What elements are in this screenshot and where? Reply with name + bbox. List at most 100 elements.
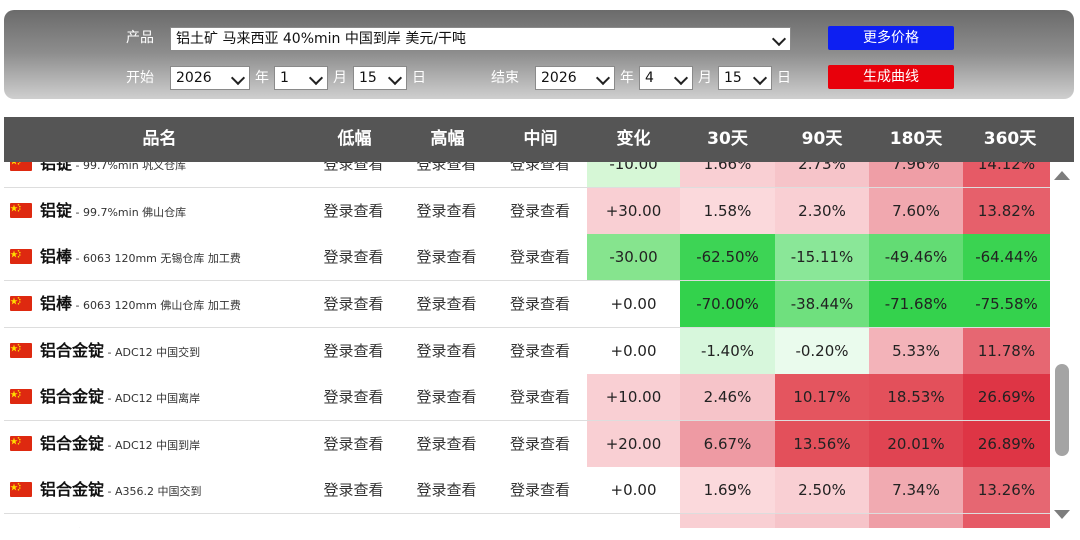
change-30d-cell: 6.67% xyxy=(680,421,775,467)
table-row[interactable]: 铝合金锭 - ADC12 中国交到 登录查看 登录查看 登录查看 +0.00 -1.40%… xyxy=(4,328,1050,375)
product-name[interactable]: 铝锭 xyxy=(40,162,72,173)
change-90d-cell: 13.56% xyxy=(775,421,869,467)
product-select-value: 铝土矿 马来西亚 40%min 中国到岸 美元/干吨 xyxy=(176,31,467,47)
change-cell: +0.00 xyxy=(587,467,680,513)
product-name[interactable]: 铝合金锭 xyxy=(40,480,104,499)
low-cell[interactable]: 登录查看 xyxy=(307,467,400,513)
mid-cell[interactable]: 登录查看 xyxy=(493,281,587,327)
product-name-cell[interactable]: 铝合金锭 xyxy=(40,514,104,528)
product-name-cell[interactable]: 铝棒 - 6063 120mm 佛山仓库 加工费 xyxy=(40,281,241,327)
low-cell[interactable] xyxy=(307,514,400,528)
day-unit-label: 日 xyxy=(777,70,791,86)
change-360d-cell: -75.58% xyxy=(963,281,1050,327)
change-30d-cell: 2.46% xyxy=(680,374,775,420)
product-spec: ADC12 中国到岸 xyxy=(114,439,201,452)
low-cell[interactable]: 登录查看 xyxy=(307,234,400,280)
high-cell[interactable]: 登录查看 xyxy=(400,281,493,327)
low-cell[interactable]: 登录查看 xyxy=(307,188,400,234)
more-prices-button[interactable]: 更多价格 xyxy=(828,26,954,50)
mid-cell[interactable] xyxy=(493,514,587,528)
table-row[interactable]: 铝棒 - 6063 120mm 无锡仓库 加工费 登录查看 登录查看 登录查看 -30.… xyxy=(4,234,1050,281)
chevron-down-icon xyxy=(230,70,246,86)
low-cell[interactable]: 登录查看 xyxy=(307,328,400,374)
product-select[interactable]: 铝土矿 马来西亚 40%min 中国到岸 美元/干吨 xyxy=(170,27,791,51)
mid-cell[interactable]: 登录查看 xyxy=(493,328,587,374)
start-year-select[interactable]: 2026 xyxy=(170,66,250,90)
china-flag-icon xyxy=(10,482,32,497)
product-name[interactable]: 铝合金锭 xyxy=(40,434,104,453)
change-360d-cell xyxy=(963,514,1050,528)
product-name-separator: - xyxy=(104,346,115,359)
table-row[interactable]: 铝合金锭 - ADC12 中国离岸 登录查看 登录查看 登录查看 +10.00 2.46%… xyxy=(4,374,1050,421)
change-90d-cell: 2.73% xyxy=(775,162,869,187)
product-name-separator: - xyxy=(104,392,115,405)
end-year-select[interactable]: 2026 xyxy=(535,66,615,90)
change-cell: +20.00 xyxy=(587,421,680,467)
price-table-body[interactable]: 铝锭 - 99.7%min 巩义仓库 登录查看 登录查看 登录查看 -10.00 1.66… xyxy=(4,162,1050,528)
table-row[interactable]: 铝锭 - 99.7%min 巩义仓库 登录查看 登录查看 登录查看 -10.00 1.66… xyxy=(4,162,1050,188)
table-row[interactable]: 铝锭 - 99.7%min 佛山仓库 登录查看 登录查看 登录查看 +30.00 1.58… xyxy=(4,188,1050,235)
change-360d-cell: -64.44% xyxy=(963,234,1050,280)
high-cell[interactable]: 登录查看 xyxy=(400,234,493,280)
table-row[interactable]: 铝棒 - 6063 120mm 佛山仓库 加工费 登录查看 登录查看 登录查看 +0.0… xyxy=(4,281,1050,328)
product-name-cell[interactable]: 铝合金锭 - A356.2 中国交到 xyxy=(40,467,202,513)
start-day-select[interactable]: 15 xyxy=(353,66,407,90)
product-name[interactable]: 铝合金锭 xyxy=(40,387,104,406)
change-30d-cell xyxy=(680,514,775,528)
chevron-down-icon xyxy=(673,70,689,86)
product-name[interactable]: 铝棒 xyxy=(40,247,72,266)
start-year-value: 2026 xyxy=(176,70,212,86)
high-cell[interactable] xyxy=(400,514,493,528)
product-name-cell[interactable]: 铝合金锭 - ADC12 中国到岸 xyxy=(40,421,200,467)
table-header: 品名 低幅 高幅 中间 变化 30天 90天 180天 360天 xyxy=(4,117,1074,162)
product-name-cell[interactable]: 铝锭 - 99.7%min 佛山仓库 xyxy=(40,188,186,234)
change-180d-cell: 20.01% xyxy=(869,421,963,467)
end-month-select[interactable]: 4 xyxy=(639,66,693,90)
product-label: 产品 xyxy=(126,30,154,46)
column-header-name: 品名 xyxy=(142,129,177,149)
low-cell[interactable]: 登录查看 xyxy=(307,162,400,187)
product-spec: ADC12 中国离岸 xyxy=(114,392,201,405)
high-cell[interactable]: 登录查看 xyxy=(400,188,493,234)
product-name-cell[interactable]: 铝合金锭 - ADC12 中国交到 xyxy=(40,328,200,374)
high-cell[interactable]: 登录查看 xyxy=(400,467,493,513)
low-cell[interactable]: 登录查看 xyxy=(307,421,400,467)
column-header-change: 变化 xyxy=(616,129,651,149)
product-name-cell[interactable]: 铝棒 - 6063 120mm 无锡仓库 加工费 xyxy=(40,234,241,280)
end-year-value: 2026 xyxy=(541,70,577,86)
change-cell xyxy=(587,514,680,528)
mid-cell[interactable]: 登录查看 xyxy=(493,162,587,187)
column-header-360d: 360天 xyxy=(983,129,1037,149)
product-name[interactable]: 铝合金锭 xyxy=(40,527,104,528)
table-row[interactable]: 铝合金锭 xyxy=(4,514,1050,528)
arrow-down-icon[interactable] xyxy=(1054,510,1070,519)
product-name[interactable]: 铝合金锭 xyxy=(40,341,104,360)
table-row[interactable]: 铝合金锭 - A356.2 中国交到 登录查看 登录查看 登录查看 +0.00 1.69%… xyxy=(4,467,1050,514)
start-month-select[interactable]: 1 xyxy=(274,66,328,90)
mid-cell[interactable]: 登录查看 xyxy=(493,234,587,280)
low-cell[interactable]: 登录查看 xyxy=(307,281,400,327)
mid-cell[interactable]: 登录查看 xyxy=(493,467,587,513)
product-name-cell[interactable]: 铝合金锭 - ADC12 中国离岸 xyxy=(40,374,200,420)
mid-cell[interactable]: 登录查看 xyxy=(493,374,587,420)
scrollbar-thumb[interactable] xyxy=(1055,364,1069,456)
change-90d-cell: 2.30% xyxy=(775,188,869,234)
product-name-separator: - xyxy=(72,162,83,172)
generate-curve-button[interactable]: 生成曲线 xyxy=(828,65,954,89)
product-spec: A356.2 中国交到 xyxy=(114,485,202,498)
product-name[interactable]: 铝锭 xyxy=(40,201,72,220)
high-cell[interactable]: 登录查看 xyxy=(400,162,493,187)
product-name[interactable]: 铝棒 xyxy=(40,294,72,313)
mid-cell[interactable]: 登录查看 xyxy=(493,188,587,234)
chevron-down-icon xyxy=(752,70,768,86)
high-cell[interactable]: 登录查看 xyxy=(400,374,493,420)
low-cell[interactable]: 登录查看 xyxy=(307,374,400,420)
end-day-select[interactable]: 15 xyxy=(718,66,772,90)
arrow-up-icon[interactable] xyxy=(1054,171,1070,180)
change-cell: +30.00 xyxy=(587,188,680,234)
product-name-cell[interactable]: 铝锭 - 99.7%min 巩义仓库 xyxy=(40,162,186,187)
high-cell[interactable]: 登录查看 xyxy=(400,328,493,374)
mid-cell[interactable]: 登录查看 xyxy=(493,421,587,467)
high-cell[interactable]: 登录查看 xyxy=(400,421,493,467)
table-row[interactable]: 铝合金锭 - ADC12 中国到岸 登录查看 登录查看 登录查看 +20.00 6.67%… xyxy=(4,421,1050,468)
